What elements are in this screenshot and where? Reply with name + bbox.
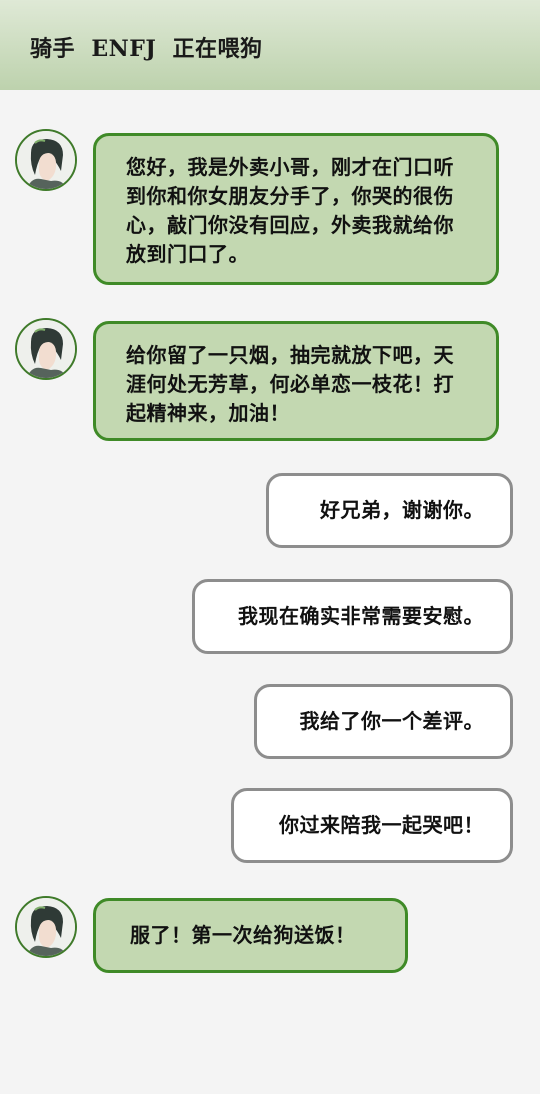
message-text: 你过来陪我一起哭吧！ <box>279 813 484 837</box>
message-text: 您好，我是外卖小哥，刚才在门口听到你和你女朋友分手了，你哭的很伤心，敲门你没有回… <box>126 155 454 266</box>
chat-header: 骑手 ENFJ 正在喂狗 <box>0 0 540 90</box>
message-bubble-outgoing[interactable]: 我给了你一个差评。 <box>254 684 513 759</box>
message-bubble-incoming[interactable]: 您好，我是外卖小哥，刚才在门口听到你和你女朋友分手了，你哭的很伤心，敲门你没有回… <box>93 133 499 285</box>
message-text: 我给了你一个差评。 <box>299 709 484 733</box>
avatar-portrait-icon <box>17 320 75 378</box>
message-bubble-incoming[interactable]: 给你留了一只烟，抽完就放下吧，天涯何处无芳草，何必单恋一枝花！打起精神来，加油！ <box>93 321 499 441</box>
message-bubble-outgoing[interactable]: 我现在确实非常需要安慰。 <box>192 579 513 654</box>
avatar-portrait-icon <box>17 131 75 189</box>
message-text: 给你留了一只烟，抽完就放下吧，天涯何处无芳草，何必单恋一枝花！打起精神来，加油！ <box>126 343 454 425</box>
message-text: 好兄弟，谢谢你。 <box>320 498 484 522</box>
chat-title: 骑手 ENFJ 正在喂狗 <box>30 36 263 62</box>
avatar-portrait-icon <box>17 898 75 956</box>
message-text: 服了！第一次给狗送饭！ <box>130 923 356 947</box>
sender-avatar[interactable] <box>15 318 77 380</box>
sender-avatar[interactable] <box>15 129 77 191</box>
message-text: 我现在确实非常需要安慰。 <box>238 604 484 628</box>
message-bubble-outgoing[interactable]: 好兄弟，谢谢你。 <box>266 473 513 548</box>
message-bubble-incoming[interactable]: 服了！第一次给狗送饭！ <box>93 898 408 973</box>
sender-avatar[interactable] <box>15 896 77 958</box>
message-bubble-outgoing[interactable]: 你过来陪我一起哭吧！ <box>231 788 513 863</box>
